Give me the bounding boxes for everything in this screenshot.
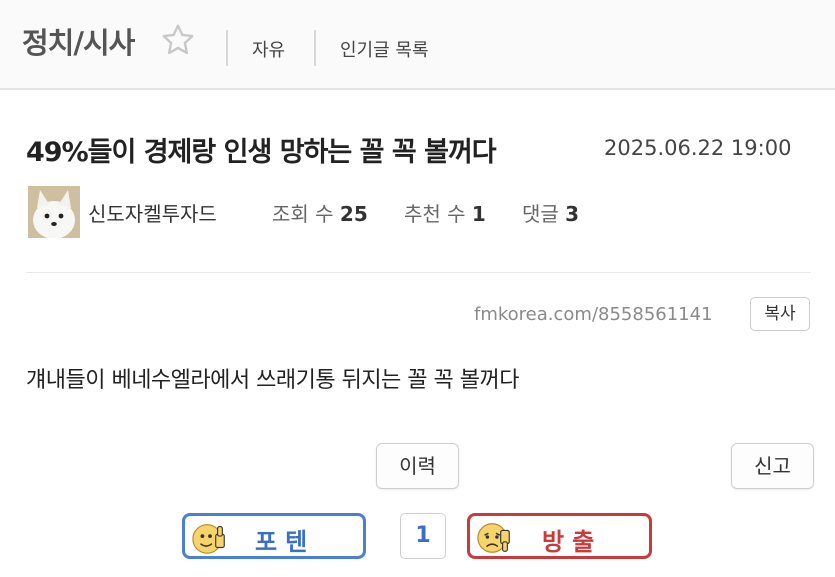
post-body: 걔내들이 베네수엘라에서 쓰래기통 뒤지는 꼴 꼭 볼꺼다 <box>26 368 519 393</box>
post-date: 2025.06.22 19:00 <box>604 136 792 160</box>
link-popular-list[interactable]: 인기글 목록 <box>340 36 429 62</box>
view-count-value: 25 <box>339 202 368 226</box>
post-url[interactable]: fmkorea.com/8558561141 <box>474 304 713 325</box>
star-icon[interactable] <box>160 22 196 58</box>
report-button[interactable]: 신고 <box>731 443 814 489</box>
comment-count[interactable]: 댓글 3 <box>522 198 579 227</box>
downvote-button[interactable]: 방출 <box>467 513 652 559</box>
recommend-count: 추천 수 1 <box>404 198 486 227</box>
post-divider <box>26 272 811 273</box>
comment-count-value: 3 <box>565 202 580 226</box>
recommend-count-value: 1 <box>471 202 486 226</box>
post-title: 49%들이 경제랑 인생 망하는 꼴 꼭 볼꺼다 <box>26 137 497 168</box>
view-count: 조회 수 25 <box>272 198 368 227</box>
avatar[interactable] <box>28 186 80 238</box>
header-divider <box>314 30 316 66</box>
vote-count: 1 <box>400 513 446 559</box>
upvote-button[interactable]: 포텐 <box>182 513 366 559</box>
recommend-count-label: 추천 수 <box>404 202 466 226</box>
copy-url-button[interactable]: 복사 <box>750 297 810 331</box>
arctic-fox-avatar-image <box>28 186 80 238</box>
link-free-board[interactable]: 자유 <box>252 36 285 62</box>
board-title[interactable]: 정치/시사 <box>22 20 135 62</box>
thumbs-up-face-icon <box>192 524 225 554</box>
upvote-label: 포텐 <box>255 528 316 556</box>
history-button[interactable]: 이력 <box>376 443 459 489</box>
board-header: 정치/시사 자유 인기글 목록 <box>0 0 835 90</box>
header-divider <box>226 30 228 66</box>
view-count-label: 조회 수 <box>272 202 334 226</box>
thumbs-down-face-icon <box>477 523 510 553</box>
author-name[interactable]: 신도자켈투자드 <box>88 198 217 227</box>
comment-count-label: 댓글 <box>522 202 559 226</box>
downvote-label: 방출 <box>542 528 603 556</box>
